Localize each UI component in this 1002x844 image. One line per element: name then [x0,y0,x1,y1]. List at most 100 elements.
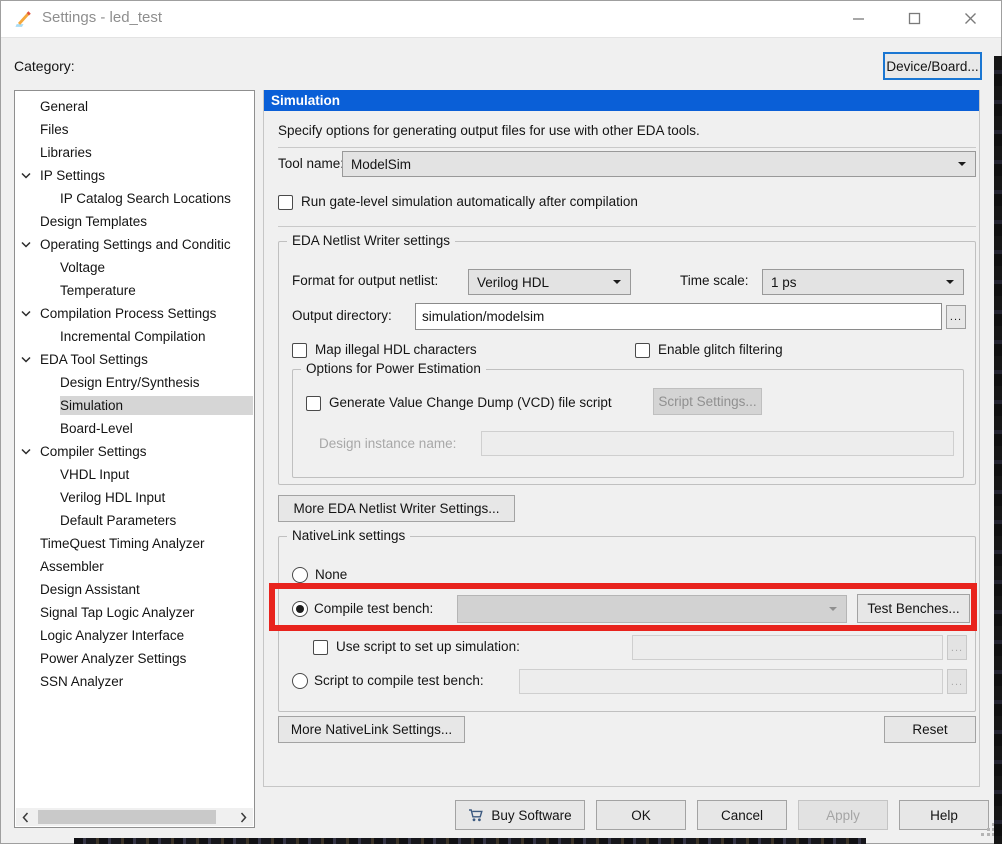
chevron-down-icon[interactable] [21,356,40,363]
sidebar-item-label: Compilation Process Settings [40,306,217,321]
run-gate-level-checkbox[interactable] [278,195,293,210]
sidebar-item[interactable]: Design Assistant [15,578,253,601]
chevron-down-icon[interactable] [21,448,40,455]
format-output-netlist-label: Format for output netlist: [292,273,439,288]
design-instance-input[interactable] [481,431,954,456]
sidebar-item[interactable]: Design Templates [15,210,253,233]
dialog-button-label: Help [930,807,958,823]
sidebar-item[interactable]: Design Entry/Synthesis [15,371,253,394]
chevron-down-icon[interactable] [21,241,40,248]
reset-button[interactable]: Reset [884,716,976,743]
compile-test-bench-radio[interactable] [292,601,308,617]
output-directory-input[interactable] [415,303,942,330]
sidebar-item[interactable]: Temperature [15,279,253,302]
sidebar-item[interactable]: TimeQuest Timing Analyzer [15,532,253,555]
script-settings-button[interactable]: Script Settings... [653,388,762,415]
sidebar-item-label: IP Settings [40,168,106,183]
chevron-right-icon[interactable] [235,808,252,826]
format-output-netlist-select[interactable]: Verilog HDL [468,269,631,295]
sidebar-item-label: Verilog HDL Input [60,490,166,505]
script-compile-browse-button[interactable]: ... [947,669,967,694]
sidebar-item[interactable]: Compilation Process Settings [15,302,253,325]
sidebar-item[interactable]: Voltage [15,256,253,279]
sidebar-item-label: EDA Tool Settings [40,352,148,367]
sidebar-item[interactable]: IP Catalog Search Locations [15,187,253,210]
use-script-browse-button[interactable]: ... [947,635,967,660]
sidebar-item[interactable]: General [15,95,253,118]
sidebar-item-label: Voltage [60,260,106,275]
close-button[interactable] [949,4,992,32]
window-title: Settings - led_test [42,9,163,26]
sidebar-item[interactable]: Verilog HDL Input [15,486,253,509]
time-scale-value: 1 ps [771,274,797,290]
dialog-button[interactable]: Help [899,800,989,830]
dialog-button[interactable]: Buy Software [455,800,585,830]
chevron-left-icon[interactable] [17,808,34,826]
script-compile-input[interactable] [519,669,943,694]
background-behind-window [74,838,866,844]
nativelink-group-title: NativeLink settings [287,528,411,543]
sidebar-item-label: Logic Analyzer Interface [40,628,185,643]
divider [278,226,976,227]
map-illegal-hdl-checkbox[interactable] [292,343,307,358]
sidebar-item[interactable]: Logic Analyzer Interface [15,624,253,647]
vcd-script-label: Generate Value Change Dump (VCD) file sc… [329,395,612,410]
format-output-netlist-value: Verilog HDL [477,274,550,290]
sidebar-item[interactable]: Compiler Settings [15,440,253,463]
tool-name-label: Tool name: [278,156,345,171]
vcd-script-checkbox[interactable] [306,396,321,411]
maximize-button[interactable] [893,4,936,32]
sidebar-item-label: Design Entry/Synthesis [60,375,200,390]
script-compile-radio[interactable] [292,673,308,689]
sidebar-item-label: Board-Level [60,421,133,436]
sidebar-item[interactable]: Board-Level [15,417,253,440]
sidebar-item[interactable]: Default Parameters [15,509,253,532]
more-eda-netlist-settings-button[interactable]: More EDA Netlist Writer Settings... [278,495,515,522]
sidebar-item-label: Operating Settings and Conditic [40,237,231,252]
sidebar-item[interactable]: IP Settings [15,164,253,187]
sidebar-item[interactable]: Signal Tap Logic Analyzer [15,601,253,624]
sidebar-item[interactable]: SSN Analyzer [15,670,253,693]
dialog-button-label: Apply [826,807,860,823]
minimize-button[interactable] [837,4,880,32]
chevron-down-icon[interactable] [21,310,40,317]
design-instance-label: Design instance name: [319,436,457,451]
device-board-button[interactable]: Device/Board... [883,52,982,80]
dialog-button[interactable]: OK [596,800,686,830]
none-radio[interactable] [292,567,308,583]
sidebar-item[interactable]: EDA Tool Settings [15,348,253,371]
compile-test-bench-select[interactable] [457,595,847,623]
tool-name-select[interactable]: ModelSim [342,151,976,177]
sidebar-item[interactable]: Incremental Compilation [15,325,253,348]
dialog-button[interactable]: Cancel [697,800,787,830]
sidebar-item[interactable]: Assembler [15,555,253,578]
dialog-button[interactable]: Apply [798,800,888,830]
use-script-checkbox[interactable] [313,640,328,655]
glitch-filtering-checkbox[interactable] [635,343,650,358]
sidebar-item[interactable]: Simulation [15,394,253,417]
sidebar-item[interactable]: VHDL Input [15,463,253,486]
sidebar-item-label: Files [40,122,69,137]
map-illegal-hdl-label: Map illegal HDL characters [315,342,477,357]
sidebar-item-label: Assembler [40,559,104,574]
category-label: Category: [14,58,75,74]
sidebar-item[interactable]: Files [15,118,253,141]
sidebar-item[interactable]: Libraries [15,141,253,164]
titlebar: Settings - led_test [0,0,1002,38]
time-scale-select[interactable]: 1 ps [762,269,964,295]
sidebar-item[interactable]: Operating Settings and Conditic [15,233,253,256]
category-tree-panel: General Files Libraries IP Settings IP C… [14,90,255,828]
pencil-icon [15,10,33,28]
chevron-down-icon[interactable] [21,172,40,179]
compile-test-bench-label: Compile test bench: [314,601,434,616]
use-script-input[interactable] [632,635,943,660]
more-nativelink-settings-button[interactable]: More NativeLink Settings... [278,716,465,743]
sidebar-item[interactable]: Power Analyzer Settings [15,647,253,670]
resize-grip[interactable] [981,823,995,837]
scrollbar-thumb[interactable] [38,810,216,824]
sidebar-item-label: Temperature [60,283,136,298]
script-compile-label: Script to compile test bench: [314,673,484,688]
output-directory-browse-button[interactable]: ... [946,305,966,329]
tree-horizontal-scrollbar[interactable] [16,808,253,826]
test-benches-button[interactable]: Test Benches... [857,594,970,623]
